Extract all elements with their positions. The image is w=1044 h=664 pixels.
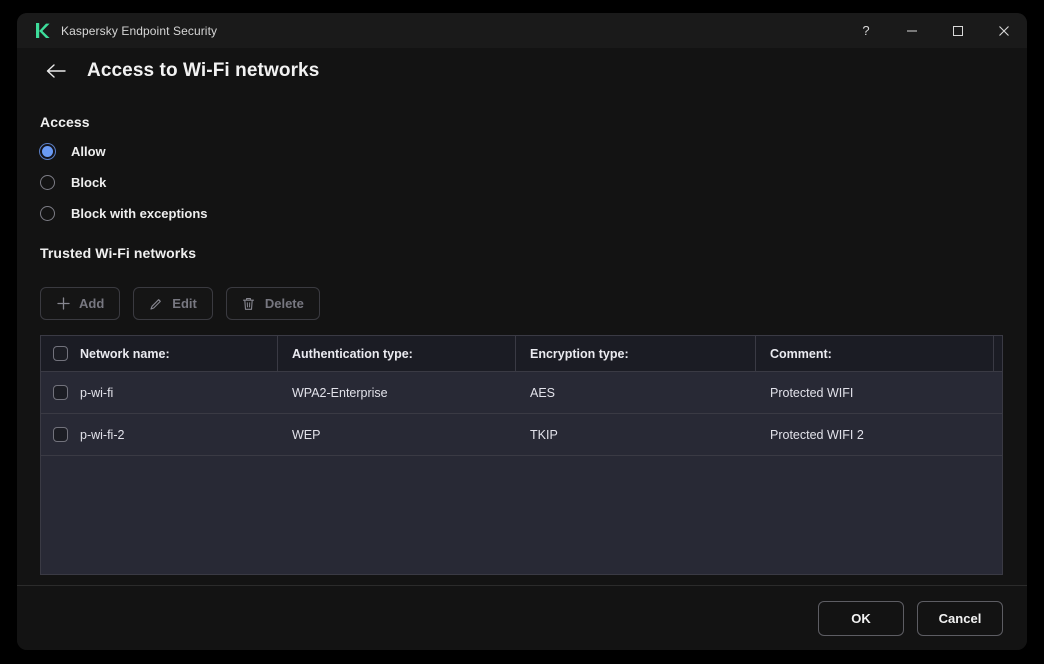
table-toolbar: Add Edit Delete	[40, 287, 320, 320]
app-title: Kaspersky Endpoint Security	[61, 23, 218, 38]
add-button[interactable]: Add	[40, 287, 121, 320]
back-arrow-icon[interactable]	[43, 58, 69, 84]
access-section-title: Access	[40, 114, 90, 130]
cell-network-name: p-wi-fi	[41, 372, 278, 413]
cell-network-name: p-wi-fi-2	[41, 414, 278, 455]
page-title: Access to Wi-Fi networks	[87, 59, 320, 81]
radio-label: Block	[71, 174, 107, 190]
table-row[interactable]: p-wi-fi WPA2-Enterprise AES Protected WI…	[41, 372, 1002, 414]
cell-authentication-type: WEP	[292, 427, 321, 442]
window-controls: ?	[843, 13, 1027, 48]
plus-icon	[56, 297, 70, 311]
minimize-button[interactable]	[889, 13, 935, 48]
dialog-content: Access Allow Block Block with exceptions…	[17, 95, 1027, 585]
radio-option-block-with-exceptions[interactable]: Block with exceptions	[40, 202, 208, 224]
edit-button-label: Edit	[172, 296, 197, 311]
cell-encryption-type: AES	[530, 385, 556, 400]
cell-comment: Protected WIFI	[770, 385, 854, 400]
column-header-comment[interactable]: Comment:	[756, 336, 994, 371]
ok-button[interactable]: OK	[818, 601, 904, 636]
radio-label: Block with exceptions	[71, 205, 208, 221]
radio-label: Allow	[71, 143, 106, 159]
kaspersky-k-logo-icon	[33, 22, 51, 40]
page-header: Access to Wi-Fi networks	[17, 48, 1027, 93]
column-header-label: Network name:	[80, 346, 170, 361]
delete-button[interactable]: Delete	[225, 287, 320, 320]
select-all-checkbox[interactable]	[53, 346, 68, 361]
radio-indicator	[40, 174, 55, 190]
trusted-networks-section-title: Trusted Wi-Fi networks	[40, 245, 197, 261]
add-button-label: Add	[79, 296, 105, 311]
trash-icon	[242, 297, 256, 311]
radio-option-allow[interactable]: Allow	[40, 140, 106, 162]
title-bar: Kaspersky Endpoint Security ?	[17, 13, 1027, 48]
table-header-row: Network name: Authentication type: Encry…	[41, 336, 1002, 372]
cell-comment: Protected WIFI 2	[770, 427, 864, 442]
column-header-label: Authentication type:	[292, 346, 413, 361]
dialog-footer: OK Cancel	[17, 585, 1027, 650]
maximize-button[interactable]	[935, 13, 981, 48]
cell-encryption-type: TKIP	[530, 427, 558, 442]
cell-text: p-wi-fi-2	[80, 427, 125, 442]
radio-indicator	[40, 143, 55, 159]
help-button[interactable]: ?	[843, 13, 889, 48]
table-row[interactable]: p-wi-fi-2 WEP TKIP Protected WIFI 2	[41, 414, 1002, 456]
radio-option-block[interactable]: Block	[40, 171, 106, 193]
edit-button[interactable]: Edit	[133, 287, 213, 320]
column-header-authentication-type[interactable]: Authentication type:	[278, 336, 516, 371]
dialog-window: Kaspersky Endpoint Security ? Access to …	[17, 13, 1027, 650]
column-header-encryption-type[interactable]: Encryption type:	[516, 336, 756, 371]
table-empty-area	[41, 456, 1002, 574]
column-header-label: Comment:	[770, 346, 832, 361]
radio-indicator	[40, 205, 55, 221]
pencil-icon	[149, 297, 163, 311]
cancel-button[interactable]: Cancel	[917, 601, 1003, 636]
delete-button-label: Delete	[264, 296, 304, 311]
close-button[interactable]	[981, 13, 1027, 48]
cell-authentication-type: WPA2-Enterprise	[292, 385, 388, 400]
cell-text: p-wi-fi	[80, 385, 114, 400]
column-header-network-name[interactable]: Network name:	[41, 336, 278, 371]
row-checkbox[interactable]	[53, 385, 68, 400]
column-header-spacer	[994, 336, 1002, 371]
trusted-networks-table: Network name: Authentication type: Encry…	[40, 335, 1003, 575]
column-header-label: Encryption type:	[530, 346, 629, 361]
row-checkbox[interactable]	[53, 427, 68, 442]
